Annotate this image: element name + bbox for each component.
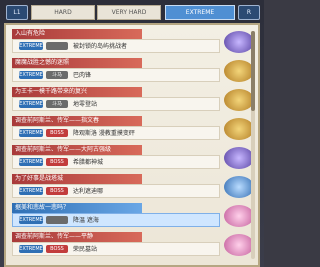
stage-label: 荣民墓站: [73, 246, 98, 253]
quest-title: 调查前阿斯兰、传军——平静: [12, 232, 142, 242]
stage-label: 降温 遮海: [73, 217, 99, 224]
quest-row[interactable]: 调查前阿斯兰、传军——平静 EXTREME BOSS 荣民墓站: [12, 232, 254, 259]
quest-row[interactable]: 调查前阿斯兰、传军——指文春 EXTREME BOSS 降观斯洛 漫教重摸变砰: [12, 116, 254, 143]
tab-extreme[interactable]: EXTREME: [165, 5, 235, 20]
difficulty-badge: EXTREME: [19, 158, 43, 166]
mode-badge: BOSS: [46, 187, 68, 195]
mode-badge: BOSS: [46, 129, 68, 137]
mode-badge: BOSS: [46, 245, 68, 253]
quest-body: EXTREME 斗马 地零登站: [12, 97, 220, 111]
mode-badge: 斗马: [46, 100, 68, 108]
quest-title: 魔魔战胜之憾的迷照: [12, 58, 142, 68]
difficulty-badge: EXTREME: [19, 100, 43, 108]
quest-body: EXTREME BOSS 降观斯洛 漫教重摸变砰: [12, 126, 220, 140]
reward-icon[interactable]: [224, 31, 254, 53]
quest-title: 为了好事是战塔城: [12, 174, 142, 184]
reward-icon[interactable]: [224, 147, 254, 169]
reward-icon[interactable]: [224, 234, 254, 256]
difficulty-badge: EXTREME: [19, 187, 43, 195]
quest-title: 为王卡一模千路带来的复兴: [12, 87, 142, 97]
scrollbar[interactable]: [251, 31, 255, 259]
quest-body: EXTREME BOSS 荣民墓站: [12, 242, 220, 256]
reward-icon[interactable]: [224, 89, 254, 111]
tab-very-hard[interactable]: VERY HARD: [97, 5, 161, 20]
quest-body: EXTREME BOSS 希腊都神城: [12, 155, 220, 169]
quest-row[interactable]: 据美和悲故一悲吗？ EXTREME 降温 遮海: [12, 203, 254, 230]
quest-row[interactable]: 调查前阿斯兰、传军——大阿古强级 EXTREME BOSS 希腊都神城: [12, 145, 254, 172]
mode-badge: 斗马: [46, 71, 68, 79]
quest-row[interactable]: 入山有危险 EXTREME 被封锁的岛屿挑战者: [12, 29, 254, 56]
tab-hard[interactable]: HARD: [31, 5, 95, 20]
quest-title: 入山有危险: [12, 29, 142, 39]
reward-icon[interactable]: [224, 60, 254, 82]
reward-icon[interactable]: [224, 176, 254, 198]
quest-row[interactable]: 为了好事是战塔城 EXTREME BOSS 达利遮迪哪: [12, 174, 254, 201]
stage-label: 希腊都神城: [73, 159, 104, 166]
quest-title: 据美和悲故一悲吗？: [12, 203, 142, 213]
reward-icon[interactable]: [224, 118, 254, 140]
quest-list-panel: 入山有危险 EXTREME 被封锁的岛屿挑战者 魔魔战胜之憾的迷照 EXTREME 斗马…: [4, 23, 260, 267]
difficulty-badge: EXTREME: [19, 71, 43, 79]
reward-icon[interactable]: [224, 205, 254, 227]
prev-tab-button[interactable]: L1: [6, 5, 28, 20]
next-tab-button[interactable]: R: [238, 5, 260, 20]
mode-badge: [46, 216, 68, 224]
difficulty-badge: EXTREME: [19, 216, 43, 224]
quest-body: EXTREME 斗马 巴肉锋: [12, 68, 220, 82]
quest-body: EXTREME 被封锁的岛屿挑战者: [12, 39, 220, 53]
stage-label: 被封锁的岛屿挑战者: [73, 43, 128, 50]
quest-body: EXTREME BOSS 达利遮迪哪: [12, 184, 220, 198]
mode-badge: [46, 42, 68, 50]
quest-body: EXTREME 降温 遮海: [12, 213, 220, 227]
stage-label: 地零登站: [73, 101, 98, 108]
difficulty-tabbar: L1 HARD VERY HARD EXTREME R: [0, 2, 264, 22]
stage-label: 降观斯洛 漫教重摸变砰: [73, 130, 135, 137]
scroll-thumb[interactable]: [251, 31, 255, 111]
difficulty-badge: EXTREME: [19, 42, 43, 50]
stage-label: 达利遮迪哪: [73, 188, 104, 195]
mode-badge: BOSS: [46, 158, 68, 166]
game-screen: L1 HARD VERY HARD EXTREME R 入山有危险 EXTREM…: [0, 0, 264, 267]
quest-row[interactable]: 魔魔战胜之憾的迷照 EXTREME 斗马 巴肉锋: [12, 58, 254, 85]
quest-title: 调查前阿斯兰、传军——指文春: [12, 116, 142, 126]
difficulty-badge: EXTREME: [19, 129, 43, 137]
difficulty-badge: EXTREME: [19, 245, 43, 253]
stage-label: 巴肉锋: [73, 72, 92, 79]
quest-row[interactable]: 为王卡一模千路带来的复兴 EXTREME 斗马 地零登站: [12, 87, 254, 114]
quest-title: 调查前阿斯兰、传军——大阿古强级: [12, 145, 142, 155]
